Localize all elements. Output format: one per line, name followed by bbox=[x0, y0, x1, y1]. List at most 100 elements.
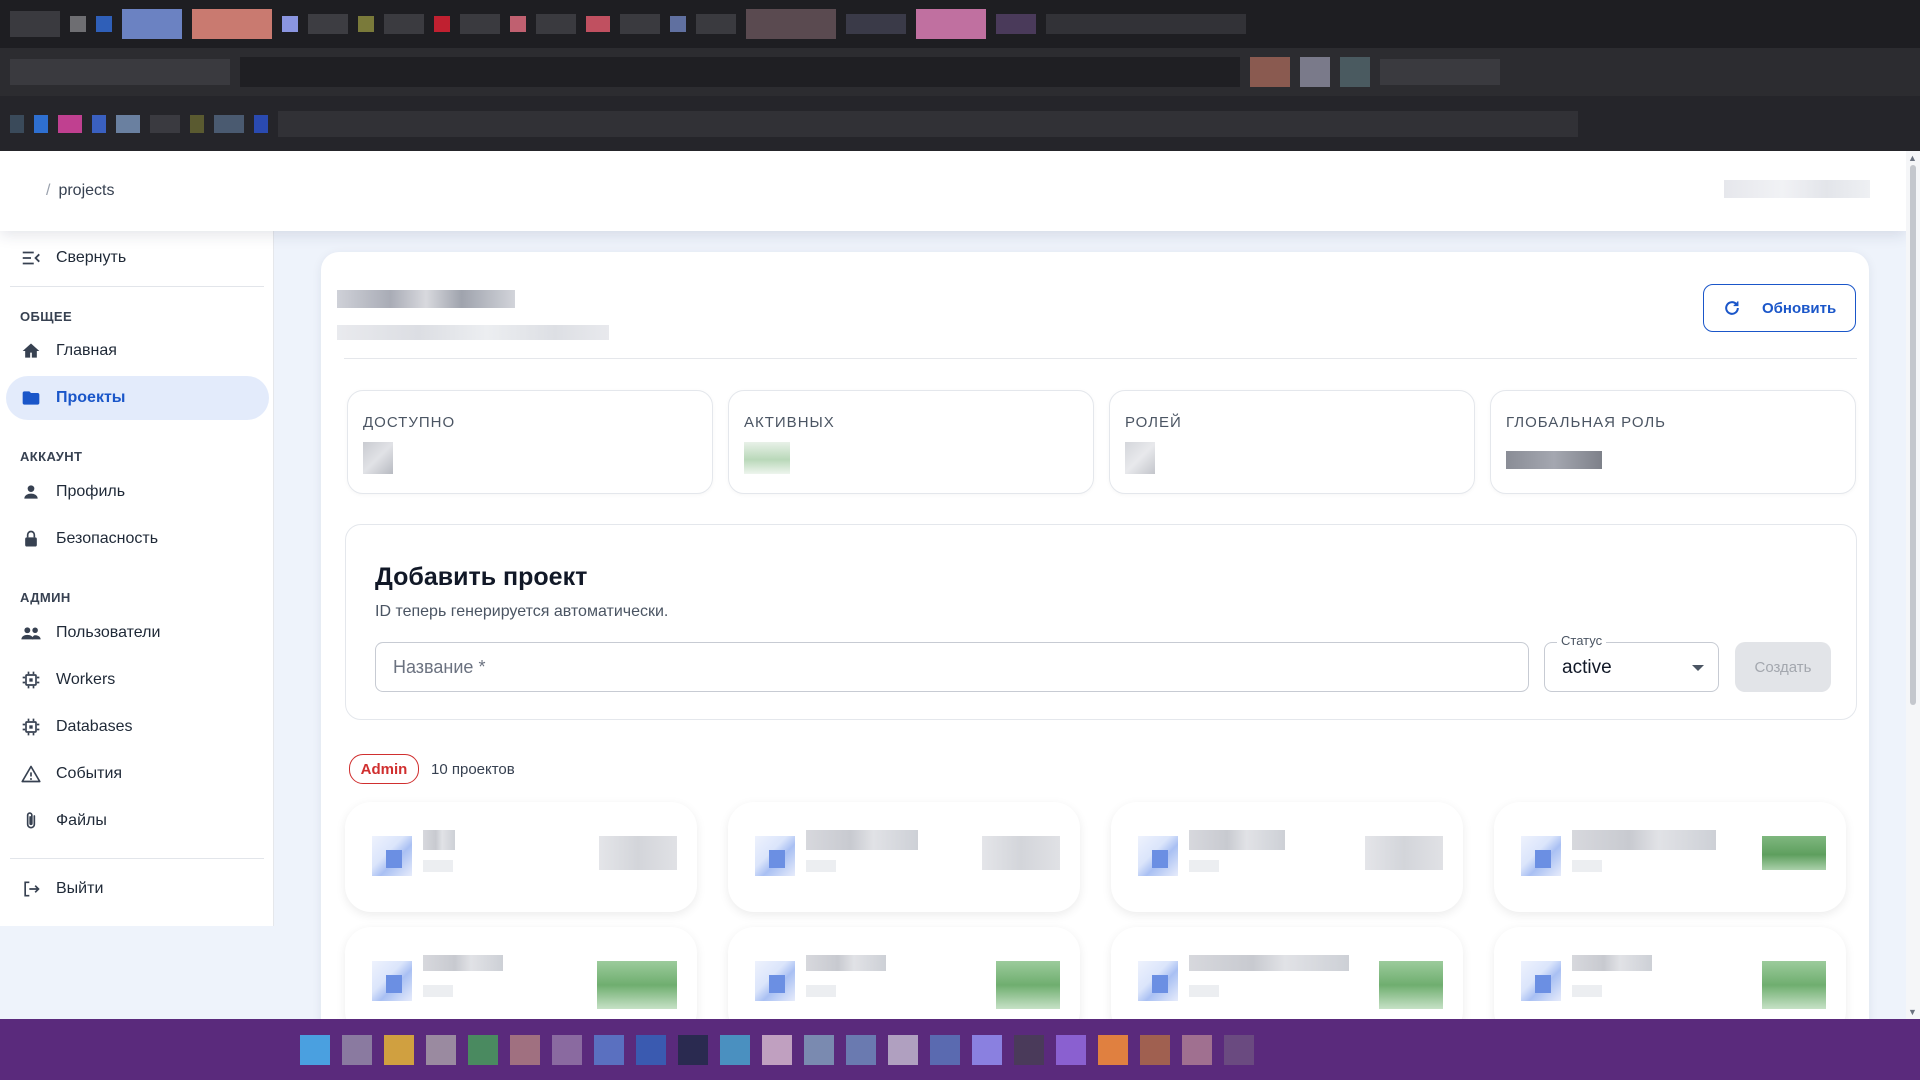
page-subtitle-obscured bbox=[337, 325, 609, 340]
taskbar-icons-obscured bbox=[300, 1035, 1254, 1065]
project-meta-obscured bbox=[1189, 860, 1219, 872]
sidebar-logout-button[interactable]: Выйти bbox=[6, 867, 269, 911]
stat-label: ДОСТУПНО bbox=[363, 414, 456, 431]
stat-value-obscured bbox=[1506, 451, 1602, 469]
project-status-obscured bbox=[996, 961, 1060, 1009]
project-status-obscured bbox=[982, 836, 1060, 870]
stat-label: ГЛОБАЛЬНАЯ РОЛЬ bbox=[1506, 414, 1667, 431]
chevron-down-icon bbox=[1692, 665, 1704, 671]
scroll-down-icon[interactable]: ▼ bbox=[1908, 1007, 1917, 1017]
header-divider bbox=[344, 358, 1857, 359]
project-name-obscured bbox=[1189, 955, 1349, 971]
projects-count: 10 проектов bbox=[431, 761, 515, 778]
stat-label: АКТИВНЫХ bbox=[744, 414, 835, 431]
sidebar-section-admin: АДМИН bbox=[20, 590, 71, 605]
project-icon bbox=[372, 961, 412, 1001]
project-card[interactable] bbox=[345, 802, 697, 912]
project-name-obscured bbox=[1572, 830, 1716, 850]
project-card[interactable] bbox=[1111, 802, 1463, 912]
project-icon bbox=[755, 961, 795, 1001]
sidebar-item-databases[interactable]: Databases bbox=[6, 705, 269, 749]
projects-panel: Обновить ДОСТУПНО АКТИВНЫХ РОЛЕЙ ГЛОБАЛЬ… bbox=[321, 252, 1869, 1019]
browser-tab-strip bbox=[0, 0, 1920, 48]
project-name-obscured bbox=[806, 830, 918, 850]
browser-address-bar bbox=[0, 48, 1920, 96]
sidebar-section-general: ОБЩЕЕ bbox=[20, 309, 73, 324]
home-icon bbox=[20, 340, 42, 362]
scrollbar-thumb[interactable] bbox=[1910, 165, 1916, 705]
refresh-button[interactable]: Обновить bbox=[1703, 284, 1856, 332]
sidebar-collapse-label: Свернуть bbox=[56, 249, 127, 266]
project-meta-obscured bbox=[1189, 985, 1219, 997]
page-title-obscured bbox=[337, 290, 515, 308]
sidebar: Свернуть ОБЩЕЕ Главная Проекты АККАУНТ П… bbox=[0, 231, 274, 926]
project-status-obscured bbox=[1365, 836, 1443, 870]
project-name-input[interactable] bbox=[375, 642, 1529, 692]
sidebar-item-label: Workers bbox=[56, 671, 116, 688]
project-meta-obscured bbox=[423, 985, 453, 997]
browser-chrome bbox=[0, 0, 1920, 151]
stat-value-obscured bbox=[1125, 442, 1155, 474]
user-info-obscured[interactable] bbox=[1724, 180, 1870, 198]
folder-icon bbox=[20, 387, 42, 409]
project-status-obscured bbox=[1762, 961, 1826, 1009]
sidebar-collapse-button[interactable]: Свернуть bbox=[6, 236, 269, 280]
project-name-obscured bbox=[423, 830, 455, 850]
project-name-obscured bbox=[806, 955, 886, 971]
sidebar-divider bbox=[10, 858, 264, 859]
create-button[interactable]: Создать bbox=[1735, 642, 1831, 692]
page-scrollbar[interactable]: ▲ ▼ bbox=[1906, 151, 1920, 1019]
sidebar-section-account: АККАУНТ bbox=[20, 449, 83, 464]
project-name-obscured bbox=[1572, 955, 1652, 971]
status-select[interactable]: Статус active bbox=[1544, 633, 1719, 692]
project-status-obscured bbox=[597, 961, 677, 1009]
project-card[interactable] bbox=[1494, 802, 1846, 912]
project-card[interactable] bbox=[345, 927, 697, 1019]
paperclip-icon bbox=[20, 810, 42, 832]
project-icon bbox=[1521, 836, 1561, 876]
stat-value-obscured bbox=[363, 442, 393, 474]
sidebar-item-home[interactable]: Главная bbox=[6, 329, 269, 373]
sidebar-item-profile[interactable]: Профиль bbox=[6, 470, 269, 514]
sidebar-item-label: События bbox=[56, 765, 123, 782]
sidebar-item-security[interactable]: Безопасность bbox=[6, 517, 269, 561]
sidebar-item-users[interactable]: Пользователи bbox=[6, 611, 269, 655]
project-icon bbox=[372, 836, 412, 876]
project-icon bbox=[755, 836, 795, 876]
browser-bookmarks-bar bbox=[0, 96, 1920, 151]
project-icon bbox=[1521, 961, 1561, 1001]
project-meta-obscured bbox=[806, 860, 836, 872]
stat-label: РОЛЕЙ bbox=[1125, 414, 1182, 431]
chip-icon bbox=[20, 669, 42, 691]
project-name-obscured bbox=[423, 955, 503, 971]
scroll-up-icon[interactable]: ▲ bbox=[1908, 153, 1917, 163]
role-badge: Admin bbox=[349, 754, 419, 784]
project-icon bbox=[1138, 836, 1178, 876]
sidebar-item-workers[interactable]: Workers bbox=[6, 658, 269, 702]
sidebar-item-events[interactable]: События bbox=[6, 752, 269, 796]
app-window: / projects Свернуть ОБЩЕЕ Главная Проект… bbox=[0, 151, 1920, 1019]
breadcrumb-current[interactable]: projects bbox=[58, 182, 114, 200]
refresh-icon bbox=[1722, 298, 1742, 318]
people-icon bbox=[20, 622, 42, 644]
project-card[interactable] bbox=[728, 927, 1080, 1019]
project-card[interactable] bbox=[1494, 927, 1846, 1019]
status-label: Статус bbox=[1557, 633, 1607, 648]
project-card[interactable] bbox=[1111, 927, 1463, 1019]
stat-value-obscured bbox=[744, 442, 790, 474]
sidebar-item-label: Databases bbox=[56, 718, 133, 735]
project-card[interactable] bbox=[728, 802, 1080, 912]
project-meta-obscured bbox=[1572, 860, 1602, 872]
project-icon bbox=[1138, 961, 1178, 1001]
stat-card-global-role: ГЛОБАЛЬНАЯ РОЛЬ bbox=[1490, 390, 1856, 494]
sidebar-item-projects[interactable]: Проекты bbox=[6, 376, 269, 420]
lock-icon bbox=[20, 528, 42, 550]
sidebar-item-label: Профиль bbox=[56, 483, 126, 500]
project-meta-obscured bbox=[1572, 985, 1602, 997]
sidebar-item-files[interactable]: Файлы bbox=[6, 799, 269, 843]
os-taskbar bbox=[0, 1019, 1920, 1080]
breadcrumb-separator: / bbox=[46, 182, 51, 199]
status-value: active bbox=[1562, 657, 1612, 678]
stat-card-available: ДОСТУПНО bbox=[347, 390, 713, 494]
project-name-obscured bbox=[1189, 830, 1285, 850]
